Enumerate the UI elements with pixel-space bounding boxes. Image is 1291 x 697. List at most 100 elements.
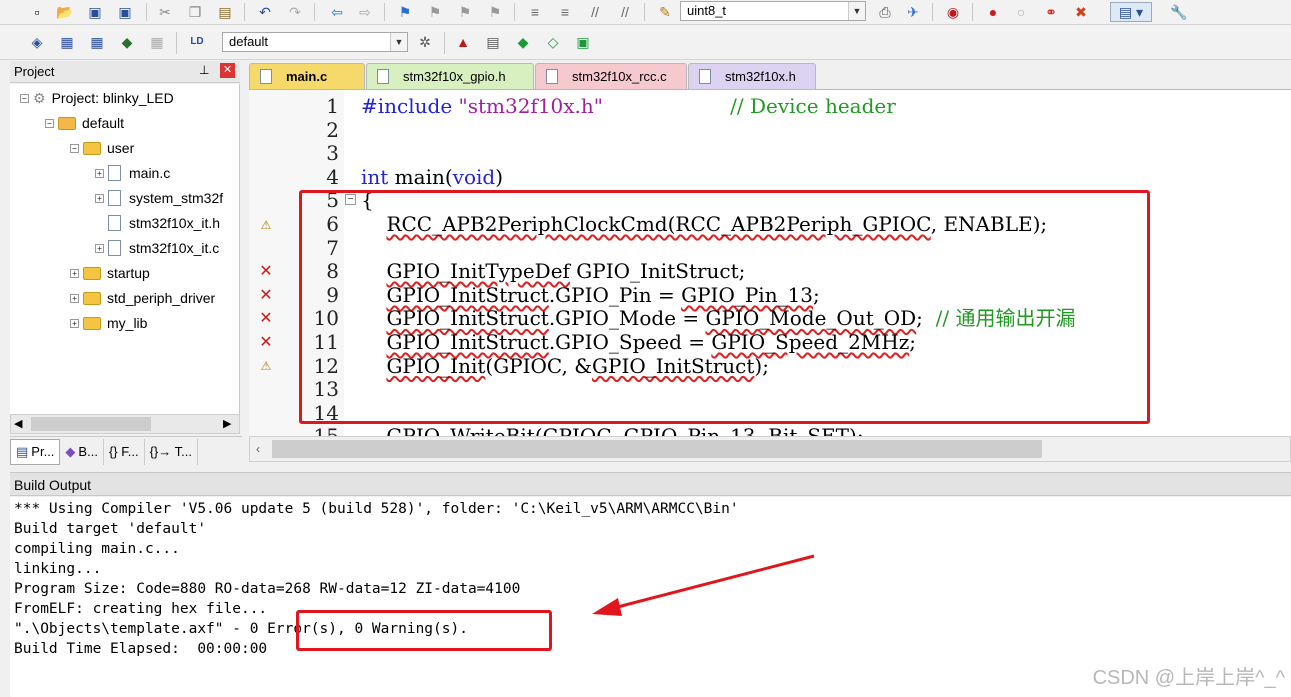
editor-horizontal-scrollbar[interactable]: ‹: [249, 436, 1291, 462]
disable-breakpoint-icon[interactable]: ○: [1010, 2, 1032, 22]
expand-icon[interactable]: +: [95, 168, 104, 178]
comment-icon[interactable]: //: [584, 2, 606, 22]
scroll-thumb[interactable]: [272, 440, 1042, 458]
tree-node-file[interactable]: + stm32f10x_it.c: [95, 238, 219, 258]
close-icon[interactable]: ✕: [220, 63, 235, 78]
code-highlight-box: [299, 190, 1150, 424]
scroll-right-icon[interactable]: ▶: [223, 417, 231, 430]
open-folder-icon[interactable]: 📂: [54, 2, 76, 22]
warning-icon[interactable]: ⚠: [259, 359, 273, 373]
file-icon: [699, 69, 711, 84]
stop-build-icon[interactable]: ▦: [146, 32, 168, 52]
line-number: 1: [326, 94, 339, 118]
chevron-down-icon[interactable]: ▼: [390, 33, 407, 51]
download-icon[interactable]: LD: [186, 32, 208, 52]
expand-icon[interactable]: +: [95, 243, 104, 253]
tree-node-file[interactable]: + system_stm32f: [95, 188, 223, 208]
collapse-icon[interactable]: −: [70, 143, 79, 153]
new-file-icon[interactable]: ▫: [26, 2, 48, 22]
select-packs-icon[interactable]: ◆: [512, 32, 534, 52]
find-icon[interactable]: ⎙: [874, 2, 896, 22]
project-horizontal-scrollbar[interactable]: ◀ ▶: [10, 414, 240, 434]
code-token: void: [452, 164, 496, 189]
uncomment-icon[interactable]: //: [614, 2, 636, 22]
tree-node-group-startup[interactable]: + startup: [70, 263, 150, 283]
expand-icon[interactable]: +: [70, 318, 79, 328]
tab-books[interactable]: ◆ B...: [60, 438, 104, 465]
tree-node-group-std-periph-driver[interactable]: + std_periph_driver: [70, 288, 215, 308]
bookmark-icon[interactable]: ⚑: [394, 2, 416, 22]
collapse-icon[interactable]: −: [20, 93, 29, 103]
file-extensions-icon[interactable]: ▲: [452, 32, 474, 52]
tree-node-project[interactable]: − ⚙ Project: blinky_LED: [20, 88, 174, 108]
find-in-files-icon[interactable]: ✎: [654, 2, 676, 22]
tree-node-file[interactable]: + main.c: [95, 163, 170, 183]
expand-icon[interactable]: +: [70, 268, 79, 278]
tab-project[interactable]: ▤ Pr...: [10, 438, 61, 465]
line-number: 15: [295, 425, 339, 436]
error-icon[interactable]: ✕: [259, 288, 273, 304]
folder-open-icon: [83, 141, 101, 155]
scroll-left-icon[interactable]: ◀: [14, 417, 22, 430]
result-highlight-box: [296, 610, 552, 651]
run-time-env-icon[interactable]: ▣: [572, 32, 594, 52]
pack-installer-icon[interactable]: ◇: [542, 32, 564, 52]
batch-build-icon[interactable]: ◆: [116, 32, 138, 52]
debug-icon[interactable]: ◉: [942, 2, 964, 22]
breakpoint-icon[interactable]: ●: [982, 2, 1004, 22]
build-icon[interactable]: ▦: [56, 32, 78, 52]
tab-functions[interactable]: {} F...: [104, 438, 145, 465]
save-icon[interactable]: ▣: [84, 2, 106, 22]
expand-icon[interactable]: +: [95, 193, 104, 203]
warning-icon[interactable]: ⚠: [259, 218, 273, 232]
tree-node-group-user[interactable]: − user: [70, 138, 134, 158]
window-layout-icon[interactable]: ▤ ▾: [1110, 2, 1152, 22]
clear-bookmarks-icon[interactable]: ⚑: [484, 2, 506, 22]
translate-icon[interactable]: ◈: [26, 32, 48, 52]
target-combo[interactable]: default ▼: [222, 32, 408, 52]
pin-icon[interactable]: ⊥: [199, 63, 209, 77]
tree-node-target[interactable]: − default: [45, 113, 124, 133]
tree-node-group-my-lib[interactable]: + my_lib: [70, 313, 147, 333]
code-token: ): [495, 164, 504, 189]
configure-icon[interactable]: 🔧: [1168, 2, 1190, 22]
kill-breakpoints-icon[interactable]: ✖: [1070, 2, 1092, 22]
tab-templates[interactable]: {}→ T...: [145, 438, 198, 465]
undo-icon[interactable]: ↶: [254, 2, 276, 22]
indent-icon[interactable]: ≡: [524, 2, 546, 22]
tree-node-file[interactable]: stm32f10x_it.h: [108, 213, 220, 233]
error-icon[interactable]: ✕: [259, 311, 273, 327]
chevron-down-icon[interactable]: ▼: [848, 2, 865, 20]
cut-icon[interactable]: ✂: [154, 2, 176, 22]
redo-icon[interactable]: ↷: [284, 2, 306, 22]
copy-icon[interactable]: ❐: [184, 2, 206, 22]
unindent-icon[interactable]: ≡: [554, 2, 576, 22]
tab-stm32f10x-rcc-c[interactable]: stm32f10x_rcc.c: [535, 63, 687, 89]
nav-forward-icon[interactable]: ⇨: [354, 2, 376, 22]
paste-icon[interactable]: ▤: [214, 2, 236, 22]
scroll-left-icon[interactable]: ‹: [256, 442, 260, 456]
error-icon[interactable]: ✕: [259, 264, 273, 280]
incremental-find-icon[interactable]: ✈: [902, 2, 924, 22]
build-output-title: Build Output: [14, 477, 92, 493]
next-bookmark-icon[interactable]: ⚑: [454, 2, 476, 22]
tab-label: {} F...: [108, 444, 139, 459]
expand-icon[interactable]: +: [70, 293, 79, 303]
rebuild-icon[interactable]: ▦: [86, 32, 108, 52]
scroll-thumb[interactable]: [31, 417, 151, 431]
clear-breakpoints-icon[interactable]: ⚭: [1040, 2, 1062, 22]
find-combo[interactable]: uint8_t ▼: [680, 1, 866, 21]
save-all-icon[interactable]: ▣: [114, 2, 136, 22]
nav-back-icon[interactable]: ⇦: [326, 2, 348, 22]
file-icon: [260, 69, 272, 84]
tab-main-c[interactable]: main.c: [249, 63, 365, 89]
tab-stm32f10x-h[interactable]: stm32f10x.h: [688, 63, 816, 89]
code-line: int main(void): [361, 164, 504, 190]
tab-stm32f10x-gpio-h[interactable]: stm32f10x_gpio.h: [366, 63, 534, 89]
manage-components-icon[interactable]: ▤: [482, 32, 504, 52]
collapse-icon[interactable]: −: [45, 118, 54, 128]
error-icon[interactable]: ✕: [259, 335, 273, 351]
project-tree: − ⚙ Project: blinky_LED − default − user…: [10, 84, 240, 414]
target-options-icon[interactable]: ✲: [414, 32, 436, 52]
prev-bookmark-icon[interactable]: ⚑: [424, 2, 446, 22]
